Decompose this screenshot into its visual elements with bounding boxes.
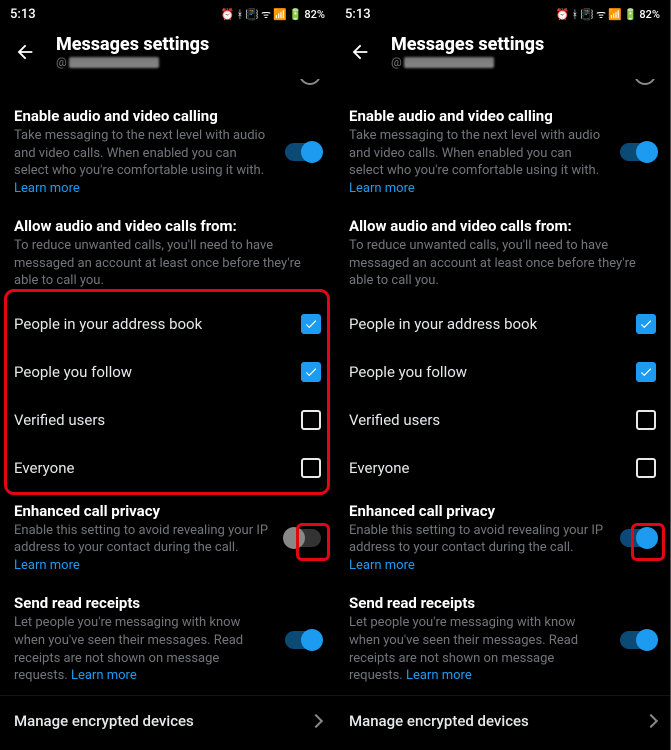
learn-more-link[interactable]: Learn more [349, 558, 415, 573]
enhanced-title: Enhanced call privacy [349, 502, 608, 520]
allow-from-section: Allow audio and video calls from: To red… [335, 207, 670, 300]
checkbox-icon [636, 362, 656, 382]
allow-from-title: Allow audio and video calls from: [14, 217, 321, 235]
status-icons: ⏰ ᚼ 📳 ᯤ 📶 🔋 82% [221, 7, 325, 22]
option-everyone[interactable]: Everyone [14, 444, 321, 492]
manage-encrypted-devices[interactable]: Manage encrypted devices [335, 695, 670, 746]
read-receipts-row: Send read receipts Let people you're mes… [0, 584, 335, 694]
signal-icon: 📶 [273, 8, 287, 21]
checkbox-icon [301, 362, 321, 382]
status-icons: ⏰ ᚼ 📳 ᯤ 📶 🔋 82% [556, 7, 660, 22]
checkbox-icon [636, 458, 656, 478]
option-address-book[interactable]: People in your address book [14, 300, 321, 348]
prev-row-peek [0, 79, 335, 97]
enhanced-toggle[interactable] [285, 529, 321, 547]
app-header: Messages settings @ [0, 28, 335, 79]
learn-more-link[interactable]: Learn more [14, 558, 80, 573]
status-time: 5:13 [10, 7, 36, 22]
option-verified[interactable]: Verified users [14, 396, 321, 444]
radio-peek-icon [634, 79, 656, 85]
prev-row-peek [335, 79, 670, 97]
manage-encrypted-devices[interactable]: Manage encrypted devices [0, 695, 335, 746]
checkbox-icon [636, 314, 656, 334]
option-follow[interactable]: People you follow [349, 348, 656, 396]
enhanced-privacy-row: Enhanced call privacy Enable this settin… [0, 492, 335, 585]
receipts-toggle[interactable] [285, 631, 321, 649]
battery-pct: 82% [639, 8, 660, 21]
allow-from-section: Allow audio and video calls from: To red… [0, 207, 335, 300]
page-title: Messages settings [56, 34, 321, 55]
enable-calling-title: Enable audio and video calling [349, 107, 608, 125]
enhanced-title: Enhanced call privacy [14, 502, 273, 520]
page-title: Messages settings [391, 34, 656, 55]
checkbox-icon [636, 410, 656, 430]
enable-calling-row: Enable audio and video calling Take mess… [335, 97, 670, 207]
handle-redacted [404, 57, 494, 68]
bluetooth-icon: ᚼ [572, 8, 579, 21]
enable-calling-desc: Take messaging to the next level with au… [349, 127, 608, 197]
receipts-desc: Let people you're messaging with know wh… [14, 614, 273, 684]
bluetooth-icon: ᚼ [237, 8, 244, 21]
signal-icon: 📶 [608, 8, 622, 21]
learn-more-link[interactable]: Learn more [349, 181, 415, 196]
enhanced-desc: Enable this setting to avoid revealing y… [14, 522, 273, 575]
battery-icon: 🔋 [624, 8, 638, 21]
wifi-icon: ᯤ [261, 7, 271, 22]
learn-more-link[interactable]: Learn more [71, 668, 137, 683]
receipts-title: Send read receipts [349, 594, 608, 612]
receipts-title: Send read receipts [14, 594, 273, 612]
receipts-desc: Let people you're messaging with know wh… [349, 614, 608, 684]
back-button[interactable] [14, 41, 36, 63]
allow-from-desc: To reduce unwanted calls, you'll need to… [349, 237, 656, 290]
status-bar: 5:13 ⏰ ᚼ 📳 ᯤ 📶 🔋 82% [0, 0, 335, 28]
learn-more-link[interactable]: Learn more [406, 668, 472, 683]
option-everyone[interactable]: Everyone [349, 444, 656, 492]
option-follow[interactable]: People you follow [14, 348, 321, 396]
receipts-toggle[interactable] [620, 631, 656, 649]
battery-icon: 🔋 [289, 8, 303, 21]
status-time: 5:13 [345, 7, 371, 22]
checkbox-icon [301, 314, 321, 334]
read-receipts-row: Send read receipts Let people you're mes… [335, 584, 670, 694]
learn-more-link[interactable]: Learn more [14, 181, 80, 196]
checkbox-icon [301, 410, 321, 430]
arrow-left-icon [14, 41, 36, 63]
battery-pct: 82% [304, 8, 325, 21]
option-verified[interactable]: Verified users [349, 396, 656, 444]
status-bar: 5:13 ⏰ ᚼ 📳 ᯤ 📶 🔋 82% [335, 0, 670, 28]
enable-calling-toggle[interactable] [285, 143, 321, 161]
vibrate-icon: 📳 [245, 8, 259, 21]
app-header: Messages settings @ [335, 28, 670, 79]
back-button[interactable] [349, 41, 371, 63]
allow-from-options: People in your address book People you f… [0, 300, 335, 492]
alarm-icon: ⏰ [221, 8, 235, 21]
arrow-left-icon [349, 41, 371, 63]
chevron-right-icon [644, 714, 658, 728]
wifi-icon: ᯤ [596, 7, 606, 22]
handle: @ [56, 55, 321, 69]
checkbox-icon [301, 458, 321, 478]
handle: @ [391, 55, 656, 69]
enhanced-desc: Enable this setting to avoid revealing y… [349, 522, 608, 575]
enhanced-privacy-row: Enhanced call privacy Enable this settin… [335, 492, 670, 585]
radio-peek-icon [299, 79, 321, 85]
enable-calling-title: Enable audio and video calling [14, 107, 273, 125]
allow-from-title: Allow audio and video calls from: [349, 217, 656, 235]
handle-redacted [69, 57, 159, 68]
allow-from-desc: To reduce unwanted calls, you'll need to… [14, 237, 321, 290]
enable-calling-toggle[interactable] [620, 143, 656, 161]
vibrate-icon: 📳 [580, 8, 594, 21]
enhanced-toggle[interactable] [620, 529, 656, 547]
screen-right: 5:13 ⏰ ᚼ 📳 ᯤ 📶 🔋 82% Messages settings @… [335, 0, 670, 750]
option-address-book[interactable]: People in your address book [349, 300, 656, 348]
chevron-right-icon [309, 714, 323, 728]
alarm-icon: ⏰ [556, 8, 570, 21]
screen-left: 5:13 ⏰ ᚼ 📳 ᯤ 📶 🔋 82% Messages settings @… [0, 0, 335, 750]
enable-calling-desc: Take messaging to the next level with au… [14, 127, 273, 197]
allow-from-options: People in your address book People you f… [335, 300, 670, 492]
enable-calling-row: Enable audio and video calling Take mess… [0, 97, 335, 207]
